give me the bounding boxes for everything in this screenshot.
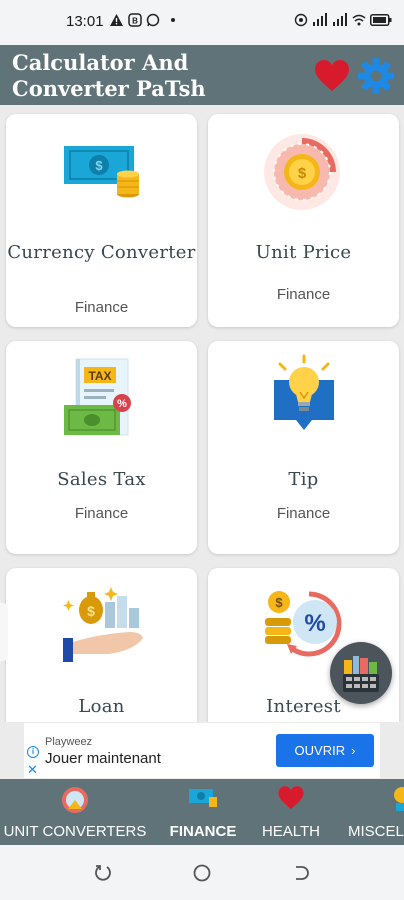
edge-handle[interactable] <box>0 603 8 661</box>
tab-unit-converters[interactable]: UNIT CONVERTERS <box>0 779 150 845</box>
ad-close-icon[interactable]: ✕ <box>27 762 38 778</box>
wifi-icon <box>352 14 366 26</box>
tab-finance[interactable]: FINANCE <box>155 779 251 845</box>
calculator-grid: $ Currency Converter Finance $ Unit Pric… <box>0 105 404 722</box>
card-title: Unit Price <box>255 242 352 263</box>
ad-open-label: OUVRIR <box>294 743 346 758</box>
tab-label: HEALTH <box>261 823 321 840</box>
status-bar: 13:01 B <box>0 0 404 45</box>
money-icon <box>189 789 217 807</box>
hotspot-icon <box>294 13 308 27</box>
card-sales-tax[interactable]: TAX % Sales Tax Finance <box>6 341 197 554</box>
card-subtitle: Finance <box>74 505 129 522</box>
card-loan[interactable]: $ Loan <box>6 568 197 722</box>
signal-icon <box>313 13 327 26</box>
svg-text:$: $ <box>95 158 103 173</box>
card-title: Sales Tax <box>57 469 146 490</box>
ad-headline: Jouer maintenant <box>45 750 161 767</box>
status-left-icons: B <box>109 13 178 27</box>
app-header: Calculator And Converter PaTsh <box>0 45 404 105</box>
tab-label: MISCEL <box>348 823 404 840</box>
svg-text:%: % <box>304 610 325 637</box>
chevron-right-icon: › <box>351 743 356 758</box>
tab-health[interactable]: HEALTH <box>255 779 327 845</box>
coin-chart-icon: $ <box>263 134 340 210</box>
battery-icon <box>370 14 392 26</box>
home-icon[interactable] <box>193 864 211 882</box>
ad-info-icon[interactable]: i <box>27 746 39 758</box>
ruler-gauge-icon <box>62 787 88 813</box>
svg-text:$: $ <box>87 603 95 619</box>
gear-icon <box>358 58 394 94</box>
hand-money-icon: $ <box>62 587 143 662</box>
ad-sponsor: Playweez <box>45 736 93 748</box>
back-icon[interactable] <box>291 864 309 882</box>
svg-text:$: $ <box>297 165 306 182</box>
tax-document-icon: TAX % <box>63 358 131 436</box>
misc-icon <box>394 787 404 811</box>
ad-banner[interactable]: i ✕ Playweez Jouer maintenant OUVRIR › <box>24 723 380 778</box>
heart-icon <box>278 786 304 810</box>
ad-open-button[interactable]: OUVRIR › <box>276 734 374 767</box>
status-right-icons <box>294 13 392 27</box>
tab-label: FINANCE <box>169 823 237 840</box>
system-navigation-bar <box>0 845 404 900</box>
dot-icon <box>171 18 175 22</box>
svg-text:$: $ <box>275 595 283 610</box>
calculator-icon <box>343 656 379 692</box>
card-title: Currency Converter <box>7 242 196 263</box>
warning-icon <box>110 14 123 26</box>
svg-text:TAX: TAX <box>88 369 111 383</box>
tab-label: UNIT CONVERTERS <box>3 823 147 840</box>
card-subtitle: Finance <box>276 286 331 303</box>
card-title: Tip <box>288 469 319 490</box>
card-subtitle: Finance <box>74 299 129 316</box>
signal-icon-2 <box>333 13 347 26</box>
svg-text:B: B <box>132 17 138 26</box>
card-title: Loan <box>78 696 125 717</box>
favorites-button[interactable] <box>313 59 351 93</box>
b-badge-icon: B <box>128 13 142 27</box>
card-unit-price[interactable]: $ Unit Price Finance <box>208 114 399 327</box>
settings-button[interactable] <box>357 57 395 95</box>
tab-miscellaneous[interactable]: MISCEL <box>346 779 404 845</box>
floating-calculator-button[interactable] <box>330 642 392 704</box>
status-time: 13:01 <box>66 13 104 30</box>
card-currency-converter[interactable]: $ Currency Converter Finance <box>6 114 197 327</box>
heart-icon <box>315 60 349 91</box>
money-icon: $ <box>63 146 139 198</box>
card-subtitle: Finance <box>276 505 331 522</box>
svg-text:%: % <box>117 398 127 410</box>
recent-apps-icon[interactable] <box>94 864 112 882</box>
lightbulb-icon <box>273 354 334 430</box>
bottom-navigation: UNIT CONVERTERS FINANCE HEALTH MISCEL <box>0 779 404 845</box>
app-title: Calculator And Converter PaTsh <box>12 50 206 101</box>
card-tip[interactable]: Tip Finance <box>208 341 399 554</box>
whatsapp-icon <box>146 13 160 27</box>
